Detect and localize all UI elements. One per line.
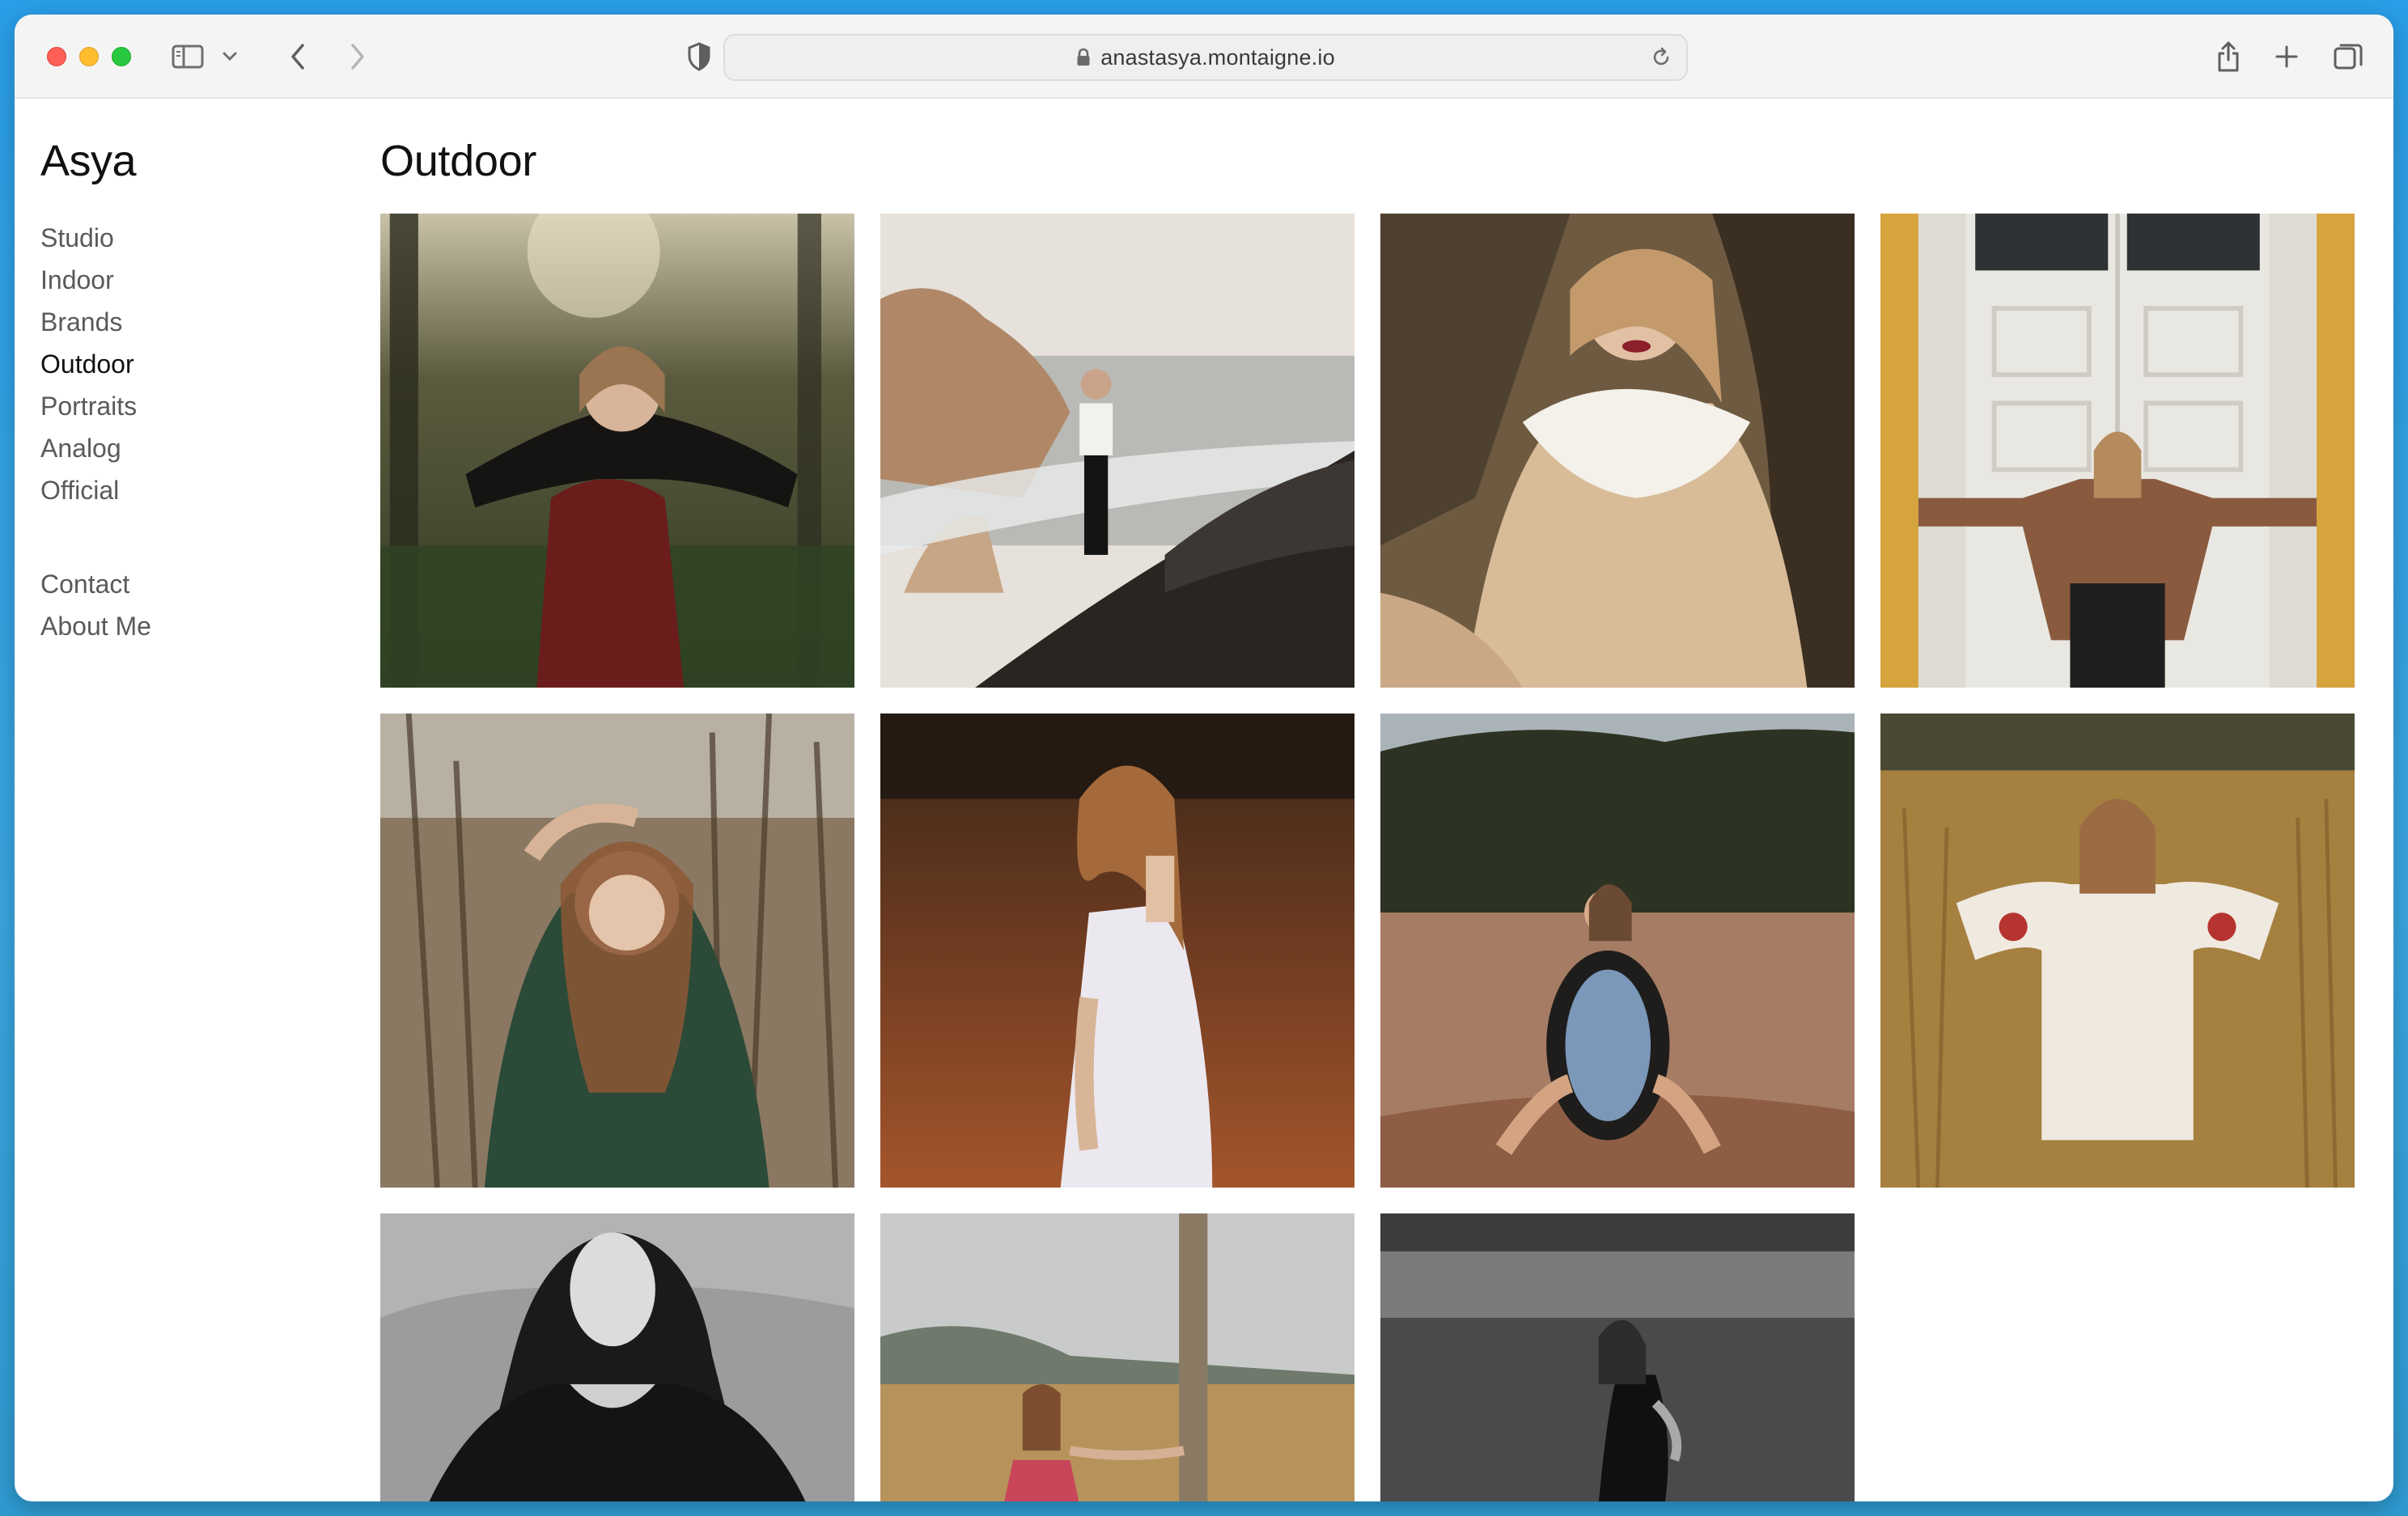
nav-item-about-me[interactable]: About Me [40,605,348,647]
nav-item-studio[interactable]: Studio [40,217,348,259]
photo-forest-red-vest[interactable] [380,214,854,688]
page-title: Outdoor [380,137,537,185]
site-sidebar: Asya Studio Indoor Brands Outdoor Portra… [40,136,348,647]
chevron-down-icon[interactable] [218,45,241,68]
forward-arrow-icon[interactable] [341,40,374,73]
lock-icon [1076,48,1091,67]
zoom-window-button[interactable] [112,47,131,66]
nav-item-outdoor[interactable]: Outdoor [40,343,348,385]
address-bar[interactable]: anastasya.montaigne.io [723,34,1688,81]
privacy-shield-icon[interactable] [683,40,715,73]
minimize-window-button[interactable] [79,47,99,66]
back-arrow-icon[interactable] [282,40,314,73]
secondary-nav: Contact About Me [40,563,348,647]
nav-item-brands[interactable]: Brands [40,301,348,343]
photo-seaside-cliff[interactable] [880,214,1354,688]
photo-reeds-green-blouse[interactable] [380,714,854,1188]
photo-mirror-beach[interactable] [1380,714,1855,1188]
nav-item-analog[interactable]: Analog [40,427,348,469]
tab-overview-icon[interactable] [2330,39,2366,74]
nav-item-portraits[interactable]: Portraits [40,385,348,427]
nav-item-official[interactable]: Official [40,469,348,511]
photo-door-plaid-jacket[interactable] [1880,214,2355,688]
url-text: anastasya.montaigne.io [1100,44,1335,70]
photo-bw-portrait[interactable] [380,1213,854,1501]
browser-window: anastasya.montaigne.io Asya Studio Indoo… [15,15,2393,1501]
site-title[interactable]: Asya [40,136,348,186]
nav-item-indoor[interactable]: Indoor [40,259,348,301]
sidebar-toggle-icon[interactable] [170,42,206,71]
close-window-button[interactable] [47,47,66,66]
photo-pole-field[interactable] [880,1213,1354,1501]
reload-icon[interactable] [1651,47,1672,68]
photo-lace-collar-rocks[interactable] [1380,214,1855,688]
primary-nav: Studio Indoor Brands Outdoor Portraits A… [40,217,348,511]
new-tab-plus-icon[interactable] [2270,40,2303,73]
photo-field-embroidered-blouse[interactable] [1880,714,2355,1188]
photo-white-dress-sunset[interactable] [880,714,1354,1188]
browser-toolbar: anastasya.montaigne.io [15,15,2393,99]
share-icon[interactable] [2211,37,2246,76]
photo-lake-swimsuit[interactable] [1380,1213,1855,1501]
nav-item-contact[interactable]: Contact [40,563,348,605]
